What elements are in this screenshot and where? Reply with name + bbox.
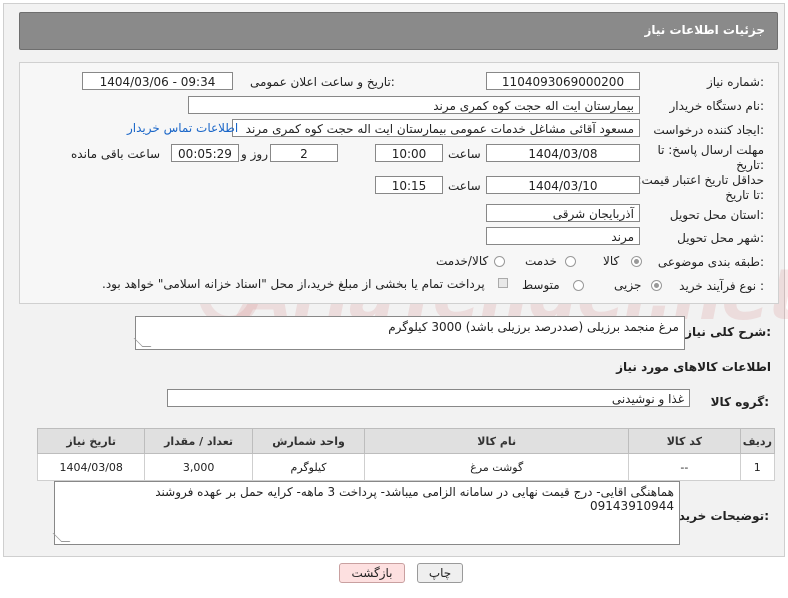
validity-label: حداقل تاریخ اعتبار قیمت: تا تاریخ: bbox=[637, 173, 764, 202]
page-title: جزئیات اطلاعات نیاز bbox=[644, 23, 765, 37]
creator-field: مسعود آقائی مشاغل خدمات عمومی بیمارستان … bbox=[232, 119, 640, 137]
col-code: کد کالا bbox=[628, 428, 741, 454]
resize-grip-icon[interactable] bbox=[133, 338, 152, 347]
goods-section-title: اطلاعات کالاهای مورد نیاز bbox=[616, 360, 771, 374]
process-option-medium: متوسط bbox=[522, 278, 560, 292]
cell-date: 1404/03/08 bbox=[36, 453, 146, 481]
print-button[interactable]: چاپ bbox=[417, 563, 463, 583]
cell-name: گوشت مرغ bbox=[364, 453, 630, 481]
deadline-time-field: 10:00 bbox=[375, 144, 443, 162]
resize-grip-icon[interactable] bbox=[52, 533, 71, 542]
col-date: تاریخ نیاز bbox=[36, 428, 146, 454]
col-row: ردیف bbox=[739, 428, 776, 454]
cell-code: -- bbox=[628, 453, 741, 481]
category-label: طبقه بندی موضوعی: bbox=[657, 255, 764, 269]
treasury-payment-note: پرداخت تمام یا بخشی از مبلغ خرید،از محل … bbox=[102, 277, 485, 291]
buyer-contact-link[interactable]: اطلاعات تماس خریدار bbox=[127, 121, 238, 135]
treasury-payment-checkbox[interactable] bbox=[498, 278, 508, 288]
process-option-minor: جزیی bbox=[614, 278, 642, 292]
need-number-field: 1104093069000200 bbox=[486, 72, 640, 90]
col-name: نام کالا bbox=[364, 428, 630, 454]
back-button[interactable]: بازگشت bbox=[339, 563, 405, 583]
validity-time-field: 10:15 bbox=[375, 176, 443, 194]
category-radio-goods-service[interactable] bbox=[494, 256, 505, 267]
goods-group-field: غذا و نوشیدنی bbox=[167, 389, 690, 407]
table-row: 1 -- گوشت مرغ کیلوگرم 3,000 1404/03/08 bbox=[36, 453, 776, 481]
buyer-notes-label: توضیحات خریدار: bbox=[667, 509, 769, 523]
province-field: آذربایجان شرقی bbox=[486, 204, 640, 222]
cell-quantity: 3,000 bbox=[144, 453, 253, 481]
deadline-label: مهلت ارسال پاسخ: تا تاریخ: bbox=[657, 143, 764, 172]
buyer-org-field: بیمارستان ایت اله حجت کوه کمری مرند bbox=[188, 96, 640, 114]
description-textarea[interactable]: مرغ منجمد برزیلی (صددرصد برزیلی باشد) 30… bbox=[133, 316, 685, 350]
deadline-time-label: ساعت bbox=[448, 147, 481, 161]
need-number-label: شماره نیاز: bbox=[706, 75, 764, 89]
process-radio-minor[interactable] bbox=[651, 280, 662, 291]
process-radio-medium[interactable] bbox=[573, 280, 584, 291]
description-label: شرح کلی نیاز: bbox=[685, 325, 771, 339]
page-header: جزئیات اطلاعات نیاز bbox=[19, 12, 778, 50]
goods-table: ردیف کد کالا نام کالا واحد شمارش تعداد /… bbox=[36, 428, 776, 481]
description-text: مرغ منجمد برزیلی (صددرصد برزیلی باشد) 30… bbox=[388, 320, 679, 334]
city-field: مرند bbox=[486, 227, 640, 245]
buyer-org-label: نام دستگاه خریدار: bbox=[669, 99, 765, 113]
buyer-notes-line2: 09143910944 bbox=[590, 499, 674, 513]
goods-table-header: ردیف کد کالا نام کالا واحد شمارش تعداد /… bbox=[36, 428, 776, 454]
category-radio-service[interactable] bbox=[565, 256, 576, 267]
province-label: استان محل تحویل: bbox=[669, 208, 764, 222]
remaining-time-field: 00:05:29 bbox=[171, 144, 239, 162]
category-option-service: خدمت bbox=[525, 254, 557, 268]
process-label: نوع فرآیند خرید : bbox=[679, 279, 764, 293]
remaining-days-field: 2 bbox=[270, 144, 338, 162]
category-option-goods-service: کالا/خدمت bbox=[436, 254, 489, 268]
days-label: روز و bbox=[241, 147, 268, 161]
buyer-notes-textarea[interactable]: هماهنگی اقایی- درج قیمت نهایی در سامانه … bbox=[52, 481, 680, 545]
deadline-date-field: 1404/03/08 bbox=[486, 144, 640, 162]
category-option-goods: کالا bbox=[603, 254, 620, 268]
city-label: شهر محل تحویل: bbox=[677, 231, 764, 245]
announce-label: تاریخ و ساعت اعلان عمومی: bbox=[250, 75, 395, 89]
col-quantity: تعداد / مقدار bbox=[144, 428, 253, 454]
announce-datetime-field: 1404/03/06 - 09:34 bbox=[82, 72, 233, 90]
goods-group-label: گروه کالا: bbox=[710, 395, 769, 409]
validity-time-label: ساعت bbox=[448, 179, 481, 193]
col-unit: واحد شمارش bbox=[251, 428, 366, 454]
remaining-time-label: ساعت باقی مانده bbox=[71, 147, 161, 161]
need-info-panel: شماره نیاز: 1104093069000200 تاریخ و ساع… bbox=[19, 62, 779, 304]
cell-unit: کیلوگرم bbox=[251, 453, 366, 481]
category-radio-goods[interactable] bbox=[631, 256, 642, 267]
creator-label: ایجاد کننده درخواست: bbox=[653, 123, 764, 137]
validity-date-field: 1404/03/10 bbox=[486, 176, 640, 194]
details-container: جزئیات اطلاعات نیاز AriaTender.net شماره… bbox=[3, 3, 788, 557]
buyer-notes-line1: هماهنگی اقایی- درج قیمت نهایی در سامانه … bbox=[155, 485, 674, 499]
cell-row: 1 bbox=[739, 453, 776, 481]
